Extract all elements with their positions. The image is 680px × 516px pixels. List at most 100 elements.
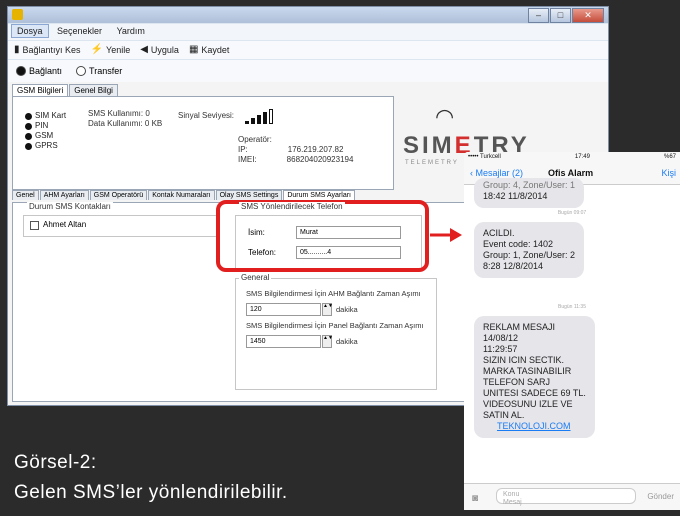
caption-title: Görsel-2: — [14, 452, 97, 473]
tab-contacts[interactable]: Kontak Numaraları — [148, 190, 215, 200]
panel-timeout-input[interactable]: 1450 — [246, 335, 321, 348]
status-led-icon — [25, 112, 32, 120]
gsm-info-panel: SIM Kart PIN GSM GPRS SMS Kullanımı: 0 D… — [12, 96, 394, 190]
message-link[interactable]: TEKNOLOJI.COM — [483, 421, 586, 432]
sms-usage: SMS Kullanımı: 0 Data Kullanımı: 0 KB — [88, 109, 162, 129]
wifi-icon: ◠ — [435, 104, 455, 129]
panel-timeout-label: SMS Bilgilendirmesi İçin Panel Bağlantı … — [246, 321, 424, 330]
message-line: SATIN AL. — [483, 410, 525, 420]
disconnect-label: Bağlantıyı Kes — [22, 45, 81, 55]
close-button[interactable]: ✕ — [572, 8, 604, 23]
apply-arrow-icon: ◀ — [140, 44, 148, 55]
tab-general-info[interactable]: Genel Bilgi — [69, 84, 118, 96]
message-line: 18:42 11/8/2014 — [483, 191, 548, 201]
operator-label: Operatör: — [238, 135, 272, 144]
disconnect-button[interactable]: ▮ Bağlantıyı Kes — [14, 44, 81, 56]
subject-placeholder: Konu — [503, 491, 520, 498]
message-line: TELEFON SARJ — [483, 377, 551, 387]
settings-tabs: Genel AHM Ayarları GSM Operatörü Kontak … — [12, 190, 356, 200]
contact-checkbox[interactable] — [30, 221, 39, 230]
message-line: 11:29:57 — [483, 344, 518, 354]
apply-label: Uygula — [150, 45, 179, 55]
signal-label: Sinyal Seviyesi: — [178, 111, 235, 120]
signal-bar — [257, 115, 261, 124]
message-input[interactable]: Konu Mesaj — [496, 488, 636, 506]
message-line: VIDEOSUNU IZLE VE — [483, 399, 573, 409]
status-sim: SIM Kart — [25, 111, 66, 121]
logo-subtitle: TELEMETRY — [405, 160, 459, 166]
operator-info: Operatör: IP: 176.219.207.82 IMEI: 8682040… — [238, 135, 353, 165]
send-button[interactable]: Gönder — [647, 492, 674, 501]
tab-gsm-info[interactable]: GSM Bilgileri — [12, 84, 69, 96]
signal-bar-empty — [269, 109, 273, 124]
menu-secenekler[interactable]: Seçenekler — [51, 24, 108, 38]
menu-bar: Dosya Seçenekler Yardım — [8, 24, 608, 40]
refresh-button[interactable]: ⚡ Yenile — [91, 45, 131, 56]
apply-button[interactable]: ◀ Uygula — [140, 44, 179, 56]
status-label: PIN — [35, 121, 49, 130]
message-bubble: ACILDI. Event code: 1402 Group: 1, Zone/… — [474, 222, 585, 278]
toolbar: ▮ Bağlantıyı Kes ⚡ Yenile ◀ Uygula ▦ Kaydet — [8, 41, 608, 59]
minimize-button[interactable]: – — [528, 8, 549, 23]
maximize-button[interactable]: □ — [550, 8, 571, 23]
tab-genel[interactable]: Genel — [12, 190, 39, 200]
message-line: Event code: 1402 — [483, 239, 554, 249]
phone-screen: ••••• Turkcell 17:49 %67 ‹ Mesajlar (2) … — [464, 152, 680, 510]
imei-value: 868204020923194 — [286, 155, 354, 164]
menu-dosya[interactable]: Dosya — [11, 24, 49, 38]
contacts-list: Ahmet Altan — [23, 215, 220, 237]
save-label: Kaydet — [201, 45, 230, 55]
panel-spinner[interactable]: ▲▼ — [322, 335, 333, 348]
message-line: Group: 4, Zone/User: 1 — [483, 180, 576, 190]
status-label: GSM — [35, 131, 54, 140]
tab-ahm[interactable]: AHM Ayarları — [39, 190, 89, 200]
title-bar: – □ ✕ — [8, 7, 608, 23]
tab-status-sms[interactable]: Durum SMS Ayarları — [283, 190, 355, 200]
status-gsm: GSM — [25, 131, 66, 141]
mode-radio-group: Bağlantı Transfer — [8, 60, 608, 82]
ip-value: 176.219.207.82 — [287, 145, 344, 154]
status-pin: PIN — [25, 121, 66, 131]
radio-dot-on — [16, 66, 26, 76]
signal-bars-icon — [245, 109, 273, 124]
contact-name: Ahmet Altan — [43, 220, 87, 229]
message-line: 8:28 12/8/2014 — [483, 261, 544, 271]
ahm-timeout-input[interactable]: 120 — [246, 303, 321, 316]
data-used-label: Data Kullanımı: 0 KB — [88, 119, 163, 128]
contact-title: Ofis Alarm — [548, 168, 594, 178]
radio-connected[interactable]: Bağlantı — [16, 66, 62, 76]
message-line: SIZIN ICIN SECTIK. — [483, 355, 565, 365]
contact-button[interactable]: Kişi — [661, 168, 676, 178]
imei-label: IMEI: — [238, 155, 257, 164]
contacts-title: Durum SMS Kontakları — [27, 202, 113, 211]
camera-icon[interactable]: ◙ — [472, 493, 478, 504]
signal-bar — [263, 112, 267, 124]
message-line: 14/08/12 — [483, 333, 519, 343]
carrier-label: ••••• Turkcell — [468, 154, 501, 160]
ahm-unit: dakika — [336, 305, 358, 314]
sms-used-label: SMS Kullanımı: 0 — [88, 109, 150, 118]
back-button[interactable]: ‹ Mesajlar (2) — [470, 168, 523, 178]
tab-gsm-operator[interactable]: GSM Operatörü — [89, 190, 148, 200]
message-line: ACILDI. — [483, 228, 515, 238]
general-group: SMS Bilgilendirmesi İçin AHM Bağlantı Za… — [235, 278, 437, 390]
signal-bar — [251, 118, 255, 124]
arrow-right-icon — [430, 228, 462, 242]
save-button[interactable]: ▦ Kaydet — [188, 44, 230, 56]
tab-event-sms[interactable]: Olay SMS Settings — [215, 190, 283, 200]
plug-icon: ▮ — [14, 44, 20, 55]
message-timestamp: Bugün 11:35 — [558, 304, 586, 310]
panel-unit: dakika — [336, 337, 358, 346]
menu-yardim[interactable]: Yardım — [111, 24, 151, 38]
ahm-spinner[interactable]: ▲▼ — [322, 303, 333, 316]
radio-transfer-label: Transfer — [89, 66, 123, 76]
radio-dot-off — [76, 66, 87, 76]
message-line: MARKA TASINABILIR — [483, 366, 572, 376]
save-icon: ▦ — [188, 44, 199, 55]
ip-label: IP: — [238, 145, 248, 154]
status-gprs: GPRS — [25, 141, 66, 151]
battery-label: %67 — [663, 154, 676, 160]
radio-transfer[interactable]: Transfer — [76, 66, 122, 76]
message-bubble: REKLAM MESAJI 14/08/12 11:29:57 SIZIN IC… — [474, 316, 595, 438]
message-placeholder: Mesaj — [503, 499, 522, 506]
